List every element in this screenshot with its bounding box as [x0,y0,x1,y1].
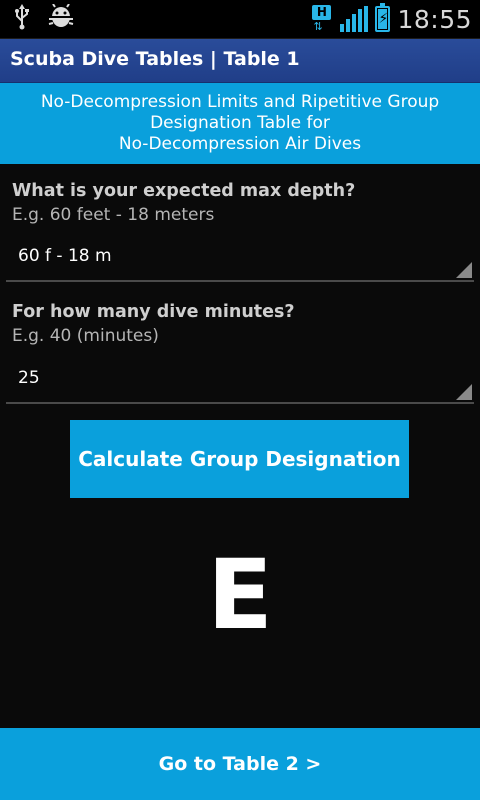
action-bar: Scuba Dive Tables | Table 1 [0,39,480,83]
go-to-table-2-button[interactable]: Go to Table 2 > [0,728,480,800]
calculate-group-button[interactable]: Calculate Group Designation [70,420,409,498]
minutes-question: For how many dive minutes? [12,302,295,322]
depth-hint: E.g. 60 feet - 18 meters [12,205,215,225]
dropdown-corner-icon [456,262,472,278]
status-time: 18:55 [397,4,472,34]
banner-line: No-Decompression Air Dives [118,134,362,154]
depth-spinner[interactable]: 60 f - 18 m [6,238,474,282]
minutes-selected-value: 25 [18,368,40,388]
depth-selected-value: 60 f - 18 m [18,246,112,266]
usb-icon [14,4,30,34]
banner-line: Designation Table for [150,113,330,133]
network-type-label: H [312,5,332,20]
banner-line: No-Decompression Limits and Ripetitive G… [40,92,440,112]
signal-icon [340,6,369,32]
dropdown-corner-icon [456,384,472,400]
status-bar: H ⇅ ⚡ 18:55 [0,0,480,39]
depth-question: What is your expected max depth? [12,181,356,201]
hspa-icon: H ⇅ [311,5,333,33]
battery-charging-icon: ⚡ [375,3,391,32]
minutes-hint: E.g. 40 (minutes) [12,326,159,346]
minutes-spinner[interactable]: 25 [6,360,474,404]
android-debug-icon [48,3,74,34]
app-title: Scuba Dive Tables | Table 1 [10,48,300,70]
group-designation-result: E [207,539,273,651]
table-description-banner: No-Decompression Limits and Ripetitive G… [0,83,480,164]
